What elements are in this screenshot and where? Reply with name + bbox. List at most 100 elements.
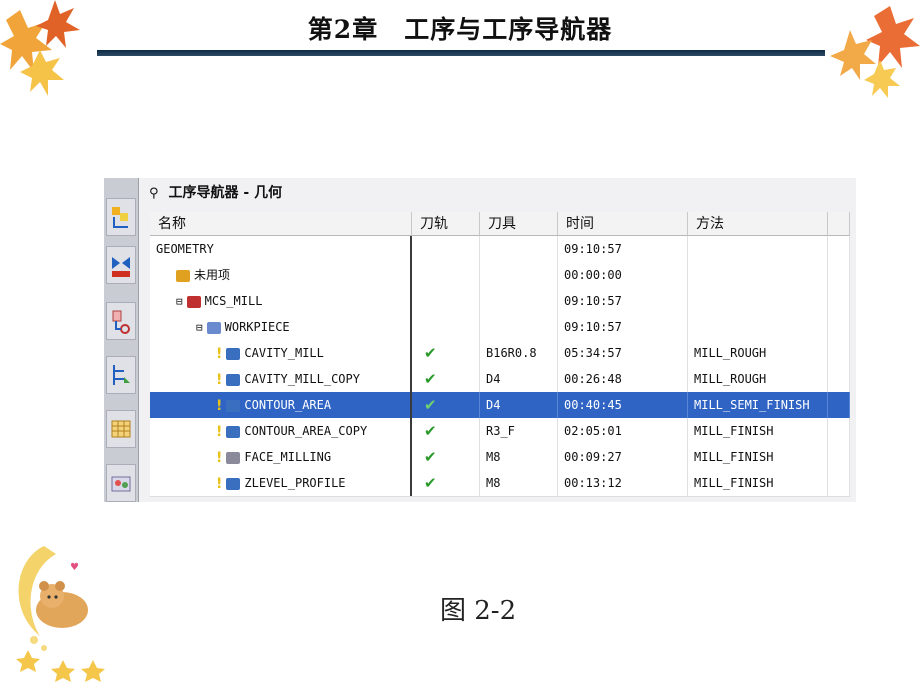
workpiece-icon xyxy=(206,321,221,334)
table-row[interactable]: ⊟ MCS_MILL 09:10:57 xyxy=(150,288,850,315)
operation-icon xyxy=(226,399,241,412)
extra-cell xyxy=(828,366,850,392)
warning-bulb-icon: ! xyxy=(216,423,223,440)
operation-nav-icon xyxy=(112,207,128,228)
title-underline xyxy=(97,50,825,56)
toolpath-status: ✔ xyxy=(412,340,480,366)
time-cell: 00:09:27 xyxy=(558,444,688,470)
extra-cell xyxy=(828,236,850,262)
tool-cell: M8 xyxy=(480,470,558,496)
resource-bar xyxy=(104,178,139,502)
toolpath-status: ✔ xyxy=(412,470,480,496)
table-row[interactable]: ⊟ WORKPIECE 09:10:57 xyxy=(150,314,850,341)
toolpath-status xyxy=(412,262,480,288)
navigator-title-bar: ⚲ 工序导航器 - 几何 xyxy=(149,182,282,202)
toolpath-status: ✔ xyxy=(412,444,480,470)
column-header-time[interactable]: 时间 xyxy=(558,212,688,236)
minus-box-icon[interactable]: ⊟ xyxy=(176,289,183,315)
tool-cell: D4 xyxy=(480,392,558,418)
warning-bulb-icon: ! xyxy=(216,345,223,362)
toolpath-status: ✔ xyxy=(412,366,480,392)
table-body: GEOMETRY 09:10:57 未用项 00:00:00 ⊟ MCS_MILL 09:1… xyxy=(150,236,850,502)
toolpath-status: ✔ xyxy=(412,418,480,444)
method-cell: MILL_FINISH xyxy=(688,418,828,444)
palette-button[interactable] xyxy=(106,464,136,502)
table-row[interactable]: ! CAVITY_MILL ✔ B16R0.8 05:34:57 MILL_ROUGH xyxy=(150,340,850,367)
extra-cell xyxy=(828,314,850,340)
warning-bulb-icon: ! xyxy=(216,475,223,492)
operation-icon xyxy=(226,477,241,490)
table-row[interactable]: ! CAVITY_MILL_COPY ✔ D4 00:26:48 MILL_ROUGH xyxy=(150,366,850,393)
operation-name-cell: ⊟ MCS_MILL xyxy=(150,288,412,314)
figure-caption: 图 2-2 xyxy=(440,596,517,626)
operation-navigator: ⚲ 工序导航器 - 几何 名称 刀轨 刀具 时间 方法 GEOMETRY 09:10… xyxy=(139,178,856,502)
table-row[interactable]: 未用项 00:00:00 xyxy=(150,262,850,289)
table-row[interactable]: ! ZLEVEL_PROFILE ✔ M8 00:13:12 MILL_FINISH xyxy=(150,470,850,497)
table-row[interactable]: ! CONTOUR_AREA ✔ D4 00:40:45 MILL_SEMI_FINISH xyxy=(150,392,850,419)
operation-name: WORKPIECE xyxy=(224,320,290,334)
column-header-toolpath[interactable]: 刀轨 xyxy=(412,212,480,236)
operation-name: FACE_MILLING xyxy=(244,450,332,464)
operation-name-cell: ! ZLEVEL_PROFILE xyxy=(150,470,412,496)
method-button[interactable] xyxy=(106,356,136,394)
method-cell xyxy=(688,262,828,288)
check-icon: ✔ xyxy=(424,370,437,388)
extra-cell xyxy=(828,262,850,288)
navigator-title: 工序导航器 - 几何 xyxy=(168,185,283,201)
geometry-button[interactable] xyxy=(106,302,136,340)
table-row[interactable]: ! CONTOUR_AREA_COPY ✔ R3_F 02:05:01 MILL_FINI… xyxy=(150,418,850,445)
method-cell xyxy=(688,288,828,314)
method-cell xyxy=(688,314,828,340)
navigator-screenshot: ⚲ 工序导航器 - 几何 名称 刀轨 刀具 时间 方法 GEOMETRY 09:10… xyxy=(104,178,856,502)
time-cell: 05:34:57 xyxy=(558,340,688,366)
operation-name-cell: ⊟ WORKPIECE xyxy=(150,314,412,340)
extra-cell xyxy=(828,418,850,444)
operation-nav-button[interactable] xyxy=(106,198,136,236)
operation-name: CAVITY_MILL xyxy=(244,346,324,360)
time-cell: 02:05:01 xyxy=(558,418,688,444)
operation-icon xyxy=(226,347,241,360)
bear-moon-decoration: ♥ xyxy=(16,546,105,682)
tool-cell xyxy=(480,288,558,314)
operation-name-cell: ! CAVITY_MILL_COPY xyxy=(150,366,412,392)
tool-cell: R3_F xyxy=(480,418,558,444)
time-cell: 00:26:48 xyxy=(558,366,688,392)
operation-name-cell: GEOMETRY xyxy=(150,236,412,262)
operation-name-cell: ! CONTOUR_AREA_COPY xyxy=(150,418,412,444)
method-cell: MILL_FINISH xyxy=(688,444,828,470)
operation-name: 未用项 xyxy=(194,268,231,282)
method-cell: MILL_ROUGH xyxy=(688,366,828,392)
toolpath-status xyxy=(412,288,480,314)
extra-cell xyxy=(828,392,850,418)
table-button[interactable] xyxy=(106,410,136,448)
table-row[interactable]: GEOMETRY 09:10:57 xyxy=(150,236,850,263)
time-cell: 09:10:57 xyxy=(558,236,688,262)
method-icon xyxy=(113,365,130,385)
check-icon: ✔ xyxy=(424,422,437,440)
operation-name: ZLEVEL_PROFILE xyxy=(244,476,346,490)
method-cell: MILL_ROUGH xyxy=(688,340,828,366)
operation-name: MCS_MILL xyxy=(204,294,263,308)
operation-name: GEOMETRY xyxy=(156,242,214,256)
pin-icon[interactable]: ⚲ xyxy=(149,186,159,201)
extra-cell xyxy=(828,288,850,314)
time-cell: 09:10:57 xyxy=(558,314,688,340)
tool-cell: B16R0.8 xyxy=(480,340,558,366)
check-icon: ✔ xyxy=(424,448,437,466)
operation-name: CONTOUR_AREA_COPY xyxy=(244,424,368,438)
minus-box-icon[interactable]: ⊟ xyxy=(196,315,203,341)
column-header-extra xyxy=(828,212,850,236)
palette-icon xyxy=(111,476,131,492)
operation-name-cell: ! CAVITY_MILL xyxy=(150,340,412,366)
machine-tool-button[interactable] xyxy=(106,246,136,284)
column-header-tool[interactable]: 刀具 xyxy=(480,212,558,236)
warning-bulb-icon: ! xyxy=(216,397,223,414)
machine-tool-icon xyxy=(112,257,130,277)
time-cell: 00:00:00 xyxy=(558,262,688,288)
svg-text:♥: ♥ xyxy=(70,562,79,573)
table-row[interactable]: ! FACE_MILLING ✔ M8 00:09:27 MILL_FINISH xyxy=(150,444,850,471)
column-header-method[interactable]: 方法 xyxy=(688,212,828,236)
column-header-name[interactable]: 名称 xyxy=(150,212,412,236)
face-milling-icon xyxy=(226,451,241,464)
operation-name-cell: ! CONTOUR_AREA xyxy=(150,392,412,418)
